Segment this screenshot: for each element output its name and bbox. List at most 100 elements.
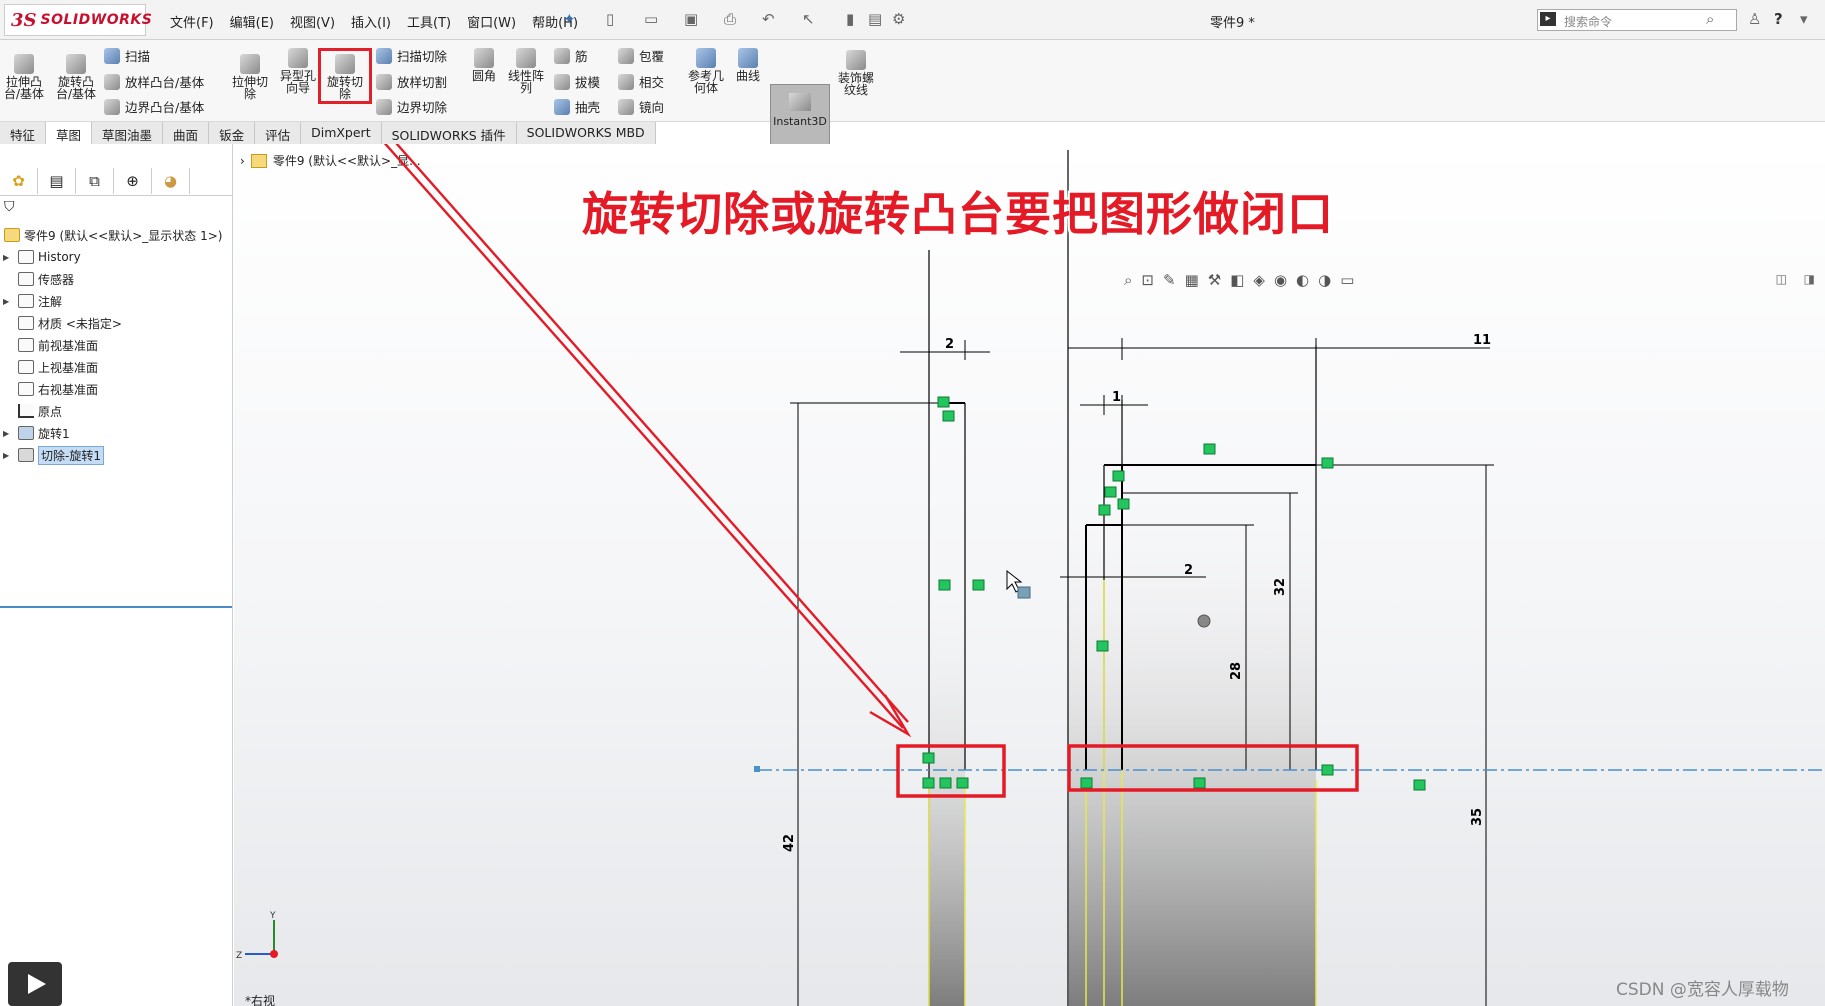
curves-button[interactable]: 曲线	[730, 48, 766, 82]
dimension-35[interactable]: 35	[1470, 808, 1485, 826]
sweep-cut-button[interactable]: 扫描切除	[376, 46, 447, 65]
tab-surfaces[interactable]: 曲面	[163, 122, 210, 144]
open-file-icon[interactable]: ▭	[644, 10, 658, 28]
expand-arrow-icon[interactable]: ▶	[3, 429, 9, 438]
boundary-cut-button[interactable]: 边界切除	[376, 97, 447, 116]
menu-insert[interactable]: 插入(I)	[351, 12, 391, 31]
view-orientation-icon[interactable]: ◧	[1230, 271, 1244, 289]
configuration-manager-tab-icon[interactable]: ⧉	[76, 168, 114, 194]
reference-geometry-button[interactable]: 参考几 何体	[684, 48, 728, 94]
sweep-button[interactable]: 扫描	[104, 46, 150, 65]
property-manager-tab-icon[interactable]: ▤	[38, 168, 76, 194]
loft-cut-button[interactable]: 放样切割	[376, 72, 447, 91]
undo-icon[interactable]: ↶	[762, 10, 775, 28]
select-icon[interactable]: ↖	[802, 10, 815, 28]
sweep-label: 扫描	[125, 49, 151, 64]
menu-tools[interactable]: 工具(T)	[407, 12, 451, 31]
loft-cut-label: 放样切割	[397, 75, 448, 90]
title-bar: 3S SOLIDWORKS 文件(F) 编辑(E) 视图(V) 插入(I) 工具…	[0, 0, 1825, 40]
origin-icon	[18, 404, 34, 418]
dimension-42[interactable]: 42	[782, 834, 797, 852]
search-icon[interactable]: ⌕	[1706, 10, 1714, 28]
mirror-button[interactable]: 镜向	[618, 97, 664, 116]
restore-pane-icon[interactable]: ◫	[1776, 272, 1787, 286]
dynamic-annotation-icon[interactable]: ⚒	[1208, 271, 1221, 289]
filter-icon[interactable]: ⛉	[4, 199, 15, 215]
intersect-button[interactable]: 相交	[618, 72, 664, 91]
user-icon[interactable]: ♙	[1748, 10, 1761, 28]
tab-sketch[interactable]: 草图	[46, 122, 93, 144]
file-props-icon[interactable]: ▤	[868, 10, 882, 28]
tree-item-right-plane[interactable]: 右视基准面	[0, 378, 232, 400]
feature-manager-tab-icon[interactable]: ✿	[0, 168, 38, 194]
tree-item-history[interactable]: ▶ History	[0, 246, 232, 268]
hide-show-icon[interactable]: ◉	[1274, 271, 1287, 289]
graphics-area[interactable]: › 零件9 (默认<<默认>_显... 2 11 1 2 32 28 42 35…	[234, 144, 1825, 1006]
tree-root[interactable]: 零件9 (默认<<默认>_显示状态 1>)	[0, 224, 232, 246]
loft-boss-button[interactable]: 放样凸台/基体	[104, 72, 204, 91]
dimension-28[interactable]: 28	[1229, 662, 1244, 680]
dimension-32[interactable]: 32	[1273, 578, 1288, 596]
hole-wizard-button[interactable]: 异型孔 向导	[276, 48, 320, 94]
tree-item-annotations[interactable]: ▶ 注解	[0, 290, 232, 312]
fillet-button[interactable]: 圆角	[466, 48, 502, 82]
video-play-button[interactable]	[8, 962, 62, 1006]
dimension-2-mid[interactable]: 2	[1184, 563, 1193, 578]
dimension-2-left[interactable]: 2	[945, 337, 954, 352]
zoom-area-icon[interactable]: ⊡	[1141, 271, 1154, 289]
expand-arrow-icon[interactable]: ▶	[3, 253, 9, 262]
menu-file[interactable]: 文件(F)	[170, 12, 214, 31]
display-manager-tab-icon[interactable]: ◕	[152, 168, 190, 194]
tree-item-cut-revolve1[interactable]: ▶ 切除-旋转1	[0, 444, 232, 466]
view-settings-icon[interactable]: ▭	[1340, 271, 1354, 289]
save-icon[interactable]: ▣	[684, 10, 698, 28]
rebuild-icon[interactable]: ▮	[846, 10, 854, 28]
sketch-canvas[interactable]: 2 11 1 2 32 28 42 35 Y Z	[234, 144, 1825, 1006]
tab-mbd[interactable]: SOLIDWORKS MBD	[517, 122, 656, 144]
tree-item-top-plane[interactable]: 上视基准面	[0, 356, 232, 378]
tree-item-front-plane[interactable]: 前视基准面	[0, 334, 232, 356]
shell-button[interactable]: 抽壳	[554, 97, 600, 116]
menu-edit[interactable]: 编辑(E)	[230, 12, 274, 31]
tree-item-revolve1[interactable]: ▶ 旋转1	[0, 422, 232, 444]
maximize-pane-icon[interactable]: ◨	[1804, 272, 1815, 286]
rib-button[interactable]: 筋	[554, 46, 588, 65]
revolve-boss-button[interactable]: 旋转凸 台/基体	[54, 54, 98, 100]
solidworks-logo[interactable]: 3S SOLIDWORKS	[4, 4, 152, 36]
tab-dimxpert[interactable]: DimXpert	[301, 122, 382, 144]
pin-icon[interactable]: ✦	[563, 10, 576, 28]
display-style-icon[interactable]: ◈	[1253, 271, 1265, 289]
tab-features[interactable]: 特征	[0, 122, 47, 144]
tree-item-sensors[interactable]: 传感器	[0, 268, 232, 290]
boundary-boss-button[interactable]: 边界凸台/基体	[104, 97, 204, 116]
section-view-icon[interactable]: ▦	[1185, 271, 1199, 289]
wrap-button[interactable]: 包覆	[618, 46, 664, 65]
extrude-cut-button[interactable]: 拉伸切 除	[228, 54, 272, 100]
dimension-11[interactable]: 11	[1473, 333, 1491, 348]
print-icon[interactable]: ⎙	[724, 10, 736, 28]
draft-button[interactable]: 拔模	[554, 72, 600, 91]
menu-window[interactable]: 窗口(W)	[467, 12, 516, 31]
new-file-icon[interactable]: ▯	[606, 10, 614, 28]
tab-sheet-metal[interactable]: 钣金	[209, 122, 256, 144]
previous-view-icon[interactable]: ✎	[1163, 271, 1176, 289]
zoom-to-fit-icon[interactable]: ⌕	[1124, 271, 1132, 289]
expand-arrow-icon[interactable]: ▶	[3, 451, 9, 460]
tab-evaluate[interactable]: 评估	[255, 122, 302, 144]
cosmetic-thread-button[interactable]: 装饰螺 纹线	[834, 50, 878, 96]
scene-icon[interactable]: ◑	[1318, 271, 1331, 289]
appearance-icon[interactable]: ◐	[1296, 271, 1309, 289]
tree-item-material[interactable]: 材质 <未指定>	[0, 312, 232, 334]
tree-item-origin[interactable]: 原点	[0, 400, 232, 422]
help-icon[interactable]: ?	[1774, 10, 1783, 28]
menu-view[interactable]: 视图(V)	[290, 12, 335, 31]
tab-sketch-ink[interactable]: 草图油墨	[92, 122, 164, 144]
chevron-down-icon[interactable]: ▾	[1800, 10, 1808, 28]
expand-arrow-icon[interactable]: ▶	[3, 297, 9, 306]
extrude-boss-button[interactable]: 拉伸凸 台/基体	[2, 54, 46, 100]
linear-pattern-button[interactable]: 线性阵 列	[504, 48, 548, 94]
dimension-1[interactable]: 1	[1112, 390, 1121, 405]
options-gear-icon[interactable]: ⚙	[892, 10, 905, 28]
dimxpert-manager-tab-icon[interactable]: ⊕	[114, 168, 152, 194]
tab-addins[interactable]: SOLIDWORKS 插件	[382, 122, 517, 144]
